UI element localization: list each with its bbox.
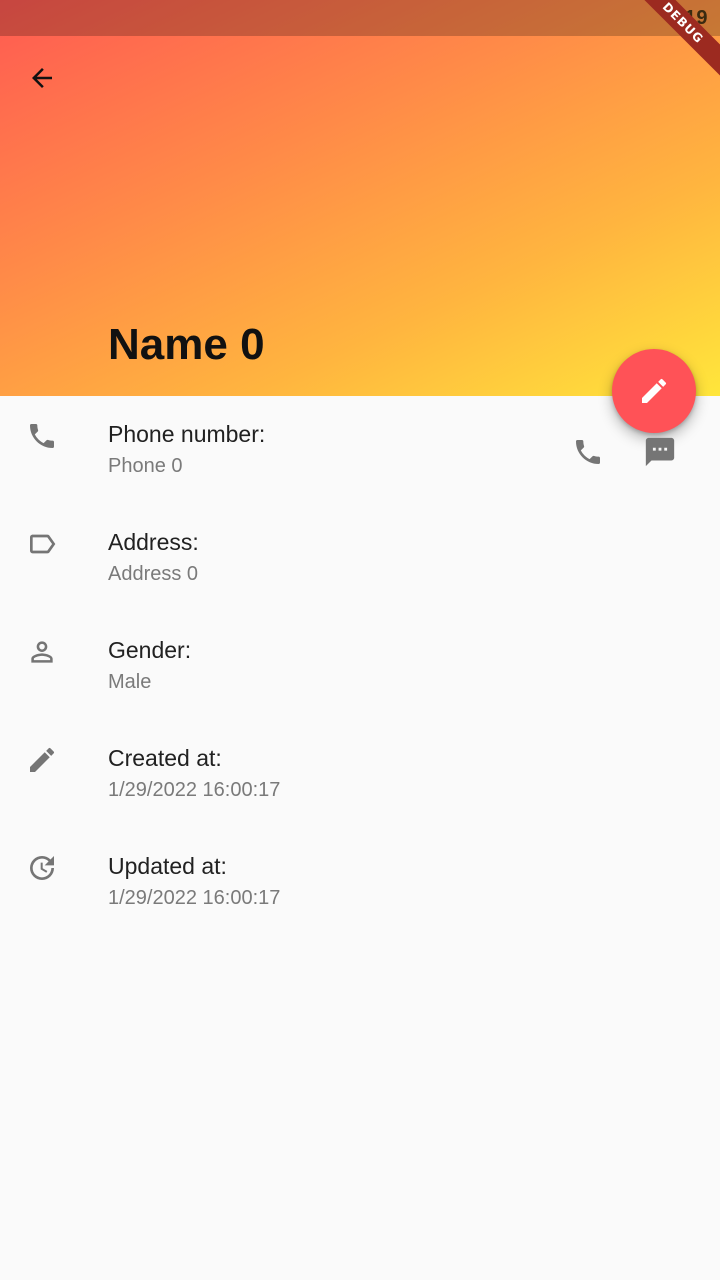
person-icon — [24, 634, 60, 670]
back-button[interactable] — [18, 54, 66, 102]
detail-row-address: Address: Address 0 — [0, 504, 720, 612]
detail-list: Phone number: Phone 0 Address: Address 0 — [0, 396, 720, 936]
call-icon — [576, 440, 600, 464]
created-label: Created at: — [108, 745, 222, 771]
edit-icon — [24, 742, 60, 778]
call-button[interactable] — [564, 428, 612, 476]
phone-icon — [24, 418, 60, 454]
updated-value: 1/29/2022 16:00:17 — [108, 887, 281, 909]
detail-row-gender: Gender: Male — [0, 612, 720, 720]
status-bar: 4:19 — [0, 0, 720, 36]
detail-row-created: Created at: 1/29/2022 16:00:17 — [0, 720, 720, 828]
address-label: Address: — [108, 529, 199, 555]
detail-row-updated: Updated at: 1/29/2022 16:00:17 — [0, 828, 720, 936]
created-value: 1/29/2022 16:00:17 — [108, 779, 281, 801]
gender-value: Male — [108, 671, 152, 693]
gender-label: Gender: — [108, 637, 192, 663]
updated-label: Updated at: — [108, 853, 227, 879]
phone-value[interactable]: Phone 0 — [108, 455, 183, 478]
contact-detail-screen: 4:19 DEBUG Name 0 Phone number: Phone 0 — [0, 0, 720, 1280]
address-value: Address 0 — [108, 563, 199, 585]
message-button[interactable] — [636, 428, 684, 476]
label-icon — [24, 526, 60, 562]
phone-label: Phone number: — [108, 421, 266, 447]
history-icon — [24, 850, 60, 886]
message-icon — [645, 437, 675, 467]
arrow-back-icon — [32, 68, 52, 88]
page-title: Name 0 — [108, 320, 265, 369]
detail-row-phone: Phone number: Phone 0 — [0, 396, 720, 504]
header-gradient: 4:19 DEBUG Name 0 — [0, 0, 720, 396]
